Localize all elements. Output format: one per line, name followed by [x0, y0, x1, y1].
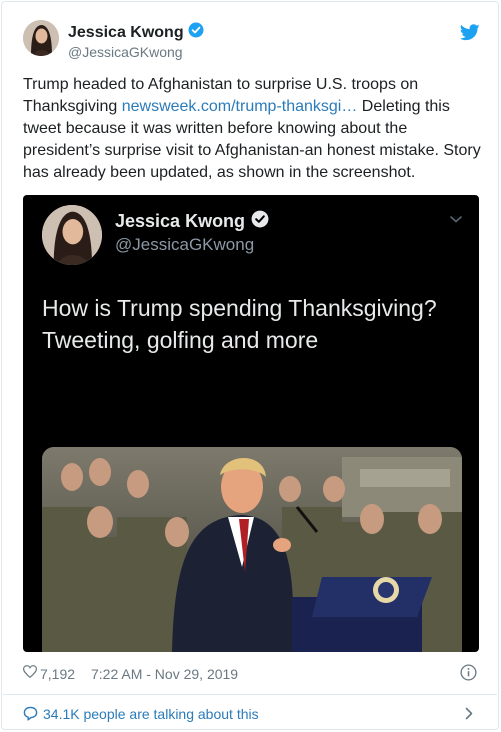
chevron-down-icon — [449, 211, 463, 229]
author-display-name[interactable]: Jessica Kwong — [68, 24, 184, 42]
twitter-bird-icon[interactable] — [459, 24, 480, 46]
conversation-link[interactable]: 34.1K people are talking about this — [23, 704, 480, 724]
verified-badge-icon — [188, 22, 204, 43]
heart-icon[interactable] — [22, 665, 38, 681]
chevron-right-icon[interactable] — [465, 707, 473, 723]
tweet-text: Trump headed to Afghanistan to surprise … — [23, 74, 483, 184]
embedded-photo — [42, 447, 462, 652]
attached-screenshot[interactable]: Jessica Kwong @JessicaGKwong How is Trum… — [23, 195, 479, 652]
author-handle[interactable]: @JessicaGKwong — [68, 44, 204, 60]
footer-divider — [3, 694, 497, 695]
author-name-row[interactable]: Jessica Kwong — [68, 22, 204, 43]
embedded-verified-icon — [251, 210, 269, 233]
tweet-header: Jessica Kwong @JessicaGKwong — [23, 20, 480, 64]
conversation-label[interactable]: 34.1K people are talking about this — [43, 706, 259, 722]
embedded-handle: @JessicaGKwong — [115, 235, 255, 254]
author-names: Jessica Kwong @JessicaGKwong — [68, 22, 204, 60]
info-icon[interactable] — [460, 664, 477, 684]
embedded-avatar — [42, 205, 102, 265]
embedded-tweet-text: How is Trump spending Thanksgiving? Twee… — [42, 295, 437, 353]
embedded-display-name: Jessica Kwong — [115, 211, 246, 231]
embedded-tweet-card: Jessica Kwong @JessicaGKwong Trump heade… — [1, 1, 499, 730]
like-count[interactable]: 7,192 — [40, 666, 75, 682]
article-link[interactable]: newsweek.com/trump-thanksgi… — [122, 98, 358, 115]
tweet-meta: 7,192 7:22 AM - Nov 29, 2019 — [22, 664, 480, 684]
tweet-timestamp[interactable]: 7:22 AM - Nov 29, 2019 — [91, 666, 238, 682]
speech-bubble-icon — [23, 706, 38, 724]
author-avatar[interactable] — [23, 20, 59, 56]
embedded-name-row: Jessica Kwong — [115, 210, 269, 233]
